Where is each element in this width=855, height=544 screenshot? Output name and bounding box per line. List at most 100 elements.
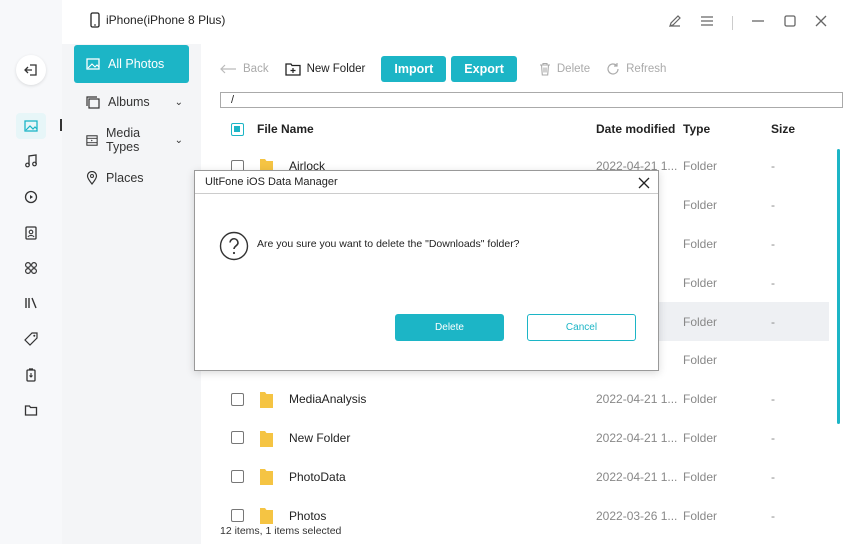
minimize-icon[interactable] (751, 15, 765, 30)
vertical-scrollbar[interactable] (837, 149, 840, 424)
file-date: 2022-03-26 1... (596, 508, 678, 523)
file-date: 2022-04-21 1... (596, 430, 678, 445)
category-label: Media Types (106, 126, 141, 154)
refresh-button[interactable]: Refresh (606, 62, 666, 76)
refresh-icon (607, 63, 619, 75)
phone-icon (90, 12, 100, 28)
file-name: MediaAnalysis (289, 392, 367, 407)
books-icon[interactable] (16, 290, 46, 316)
row-checkbox[interactable] (231, 470, 244, 484)
path-bar[interactable]: / (220, 92, 843, 108)
category-label: Places (106, 171, 144, 185)
file-size: - (771, 159, 775, 174)
left-rail (0, 0, 62, 544)
file-type: Folder (683, 508, 718, 523)
title-bar: iPhone(iPhone 8 Plus) (62, 0, 855, 44)
delete-button[interactable]: Delete (539, 62, 590, 76)
dialog-message: Are you sure you want to delete the "Dow… (257, 238, 520, 250)
menu-icon[interactable] (700, 15, 714, 30)
chevron-down-icon[interactable]: ⌄ (175, 97, 183, 108)
row-checkbox[interactable] (231, 392, 244, 406)
select-all-checkbox[interactable] (231, 122, 244, 136)
file-size: - (771, 198, 775, 213)
new-folder-label: New Folder (306, 63, 366, 75)
file-size: - (771, 275, 775, 290)
category-media-types[interactable]: Media Types ⌄ (74, 121, 189, 159)
category-label: All Photos (108, 57, 165, 71)
dialog-title: UltFone iOS Data Manager (205, 176, 338, 188)
category-nav: All Photos Albums ⌄ Media Types ⌄ Places (62, 44, 201, 544)
file-size: - (771, 430, 775, 445)
toolbar: Back New Folder Import Export Delete Ref… (219, 56, 682, 82)
import-button[interactable]: Import (381, 56, 447, 82)
chevron-down-icon[interactable]: ⌄ (175, 135, 183, 146)
cancel-button[interactable]: Cancel (527, 314, 636, 341)
folder-icon (260, 391, 273, 408)
category-albums[interactable]: Albums ⌄ (74, 83, 189, 121)
file-type: Folder (683, 198, 718, 213)
file-type: Folder (683, 430, 718, 445)
back-button[interactable]: Back (219, 63, 269, 75)
apps-icon[interactable] (16, 255, 46, 281)
file-size: - (771, 392, 775, 407)
dialog-close-icon[interactable] (638, 173, 650, 192)
close-icon[interactable] (815, 15, 827, 30)
header-size[interactable]: Size (771, 122, 795, 136)
file-date: 2022-04-21 1... (596, 469, 678, 484)
albums-icon (86, 95, 100, 109)
header-file-name[interactable]: File Name (257, 122, 314, 136)
header-date-modified[interactable]: Date modified (596, 122, 675, 136)
file-type: Folder (683, 236, 718, 251)
row-checkbox[interactable] (231, 509, 244, 523)
window-controls (668, 14, 827, 31)
folder-icon (260, 430, 273, 447)
files-icon[interactable] (16, 397, 46, 423)
device-title: iPhone(iPhone 8 Plus) (90, 12, 225, 28)
photos-icon[interactable] (16, 113, 46, 139)
media-types-icon (86, 134, 98, 146)
folder-icon (260, 508, 273, 525)
confirm-delete-dialog: UltFone iOS Data Manager Are you sure yo… (194, 170, 659, 371)
video-icon[interactable] (16, 184, 46, 210)
image-icon (86, 58, 100, 70)
table-header: File Name Date modified Type Size (231, 120, 831, 138)
feedback-icon[interactable] (668, 14, 682, 31)
export-button[interactable]: Export (451, 56, 517, 82)
file-size: - (771, 314, 775, 329)
back-icon[interactable] (16, 55, 46, 85)
file-name: PhotoData (289, 469, 346, 484)
tag-icon[interactable] (16, 326, 46, 352)
delete-label: Delete (556, 63, 591, 75)
file-date: 2022-04-21 1... (596, 392, 678, 407)
backup-icon[interactable] (16, 362, 46, 388)
device-name: iPhone(iPhone 8 Plus) (106, 13, 226, 27)
row-checkbox[interactable] (231, 431, 244, 445)
category-all-photos[interactable]: All Photos (74, 45, 189, 83)
file-type: Folder (683, 469, 718, 484)
refresh-label: Refresh (626, 63, 667, 75)
file-type: Folder (683, 275, 718, 290)
question-icon (219, 231, 249, 261)
file-name: Photos (289, 508, 327, 523)
new-folder-icon (284, 63, 301, 76)
music-icon[interactable] (16, 148, 46, 174)
table-row[interactable]: New Folder 2022-04-21 1... Folder - (219, 419, 829, 458)
controls-divider (732, 15, 733, 30)
category-places[interactable]: Places (74, 159, 189, 197)
file-type: Folder (683, 314, 718, 329)
back-label: Back (243, 63, 269, 75)
file-size: - (771, 236, 775, 251)
maximize-icon[interactable] (783, 14, 797, 31)
trash-icon (539, 62, 550, 76)
file-type: Folder (683, 353, 718, 368)
contacts-icon[interactable] (16, 220, 46, 246)
status-text: 12 items, 1 items selected (220, 525, 342, 537)
header-type[interactable]: Type (683, 122, 710, 136)
location-icon (86, 171, 98, 185)
table-row[interactable]: MediaAnalysis 2022-04-21 1... Folder - (219, 380, 829, 419)
new-folder-button[interactable]: New Folder (284, 62, 366, 76)
confirm-delete-button[interactable]: Delete (395, 314, 504, 341)
table-row[interactable]: PhotoData 2022-04-21 1... Folder - (219, 457, 829, 496)
file-type: Folder (683, 159, 718, 174)
folder-icon (260, 469, 273, 486)
